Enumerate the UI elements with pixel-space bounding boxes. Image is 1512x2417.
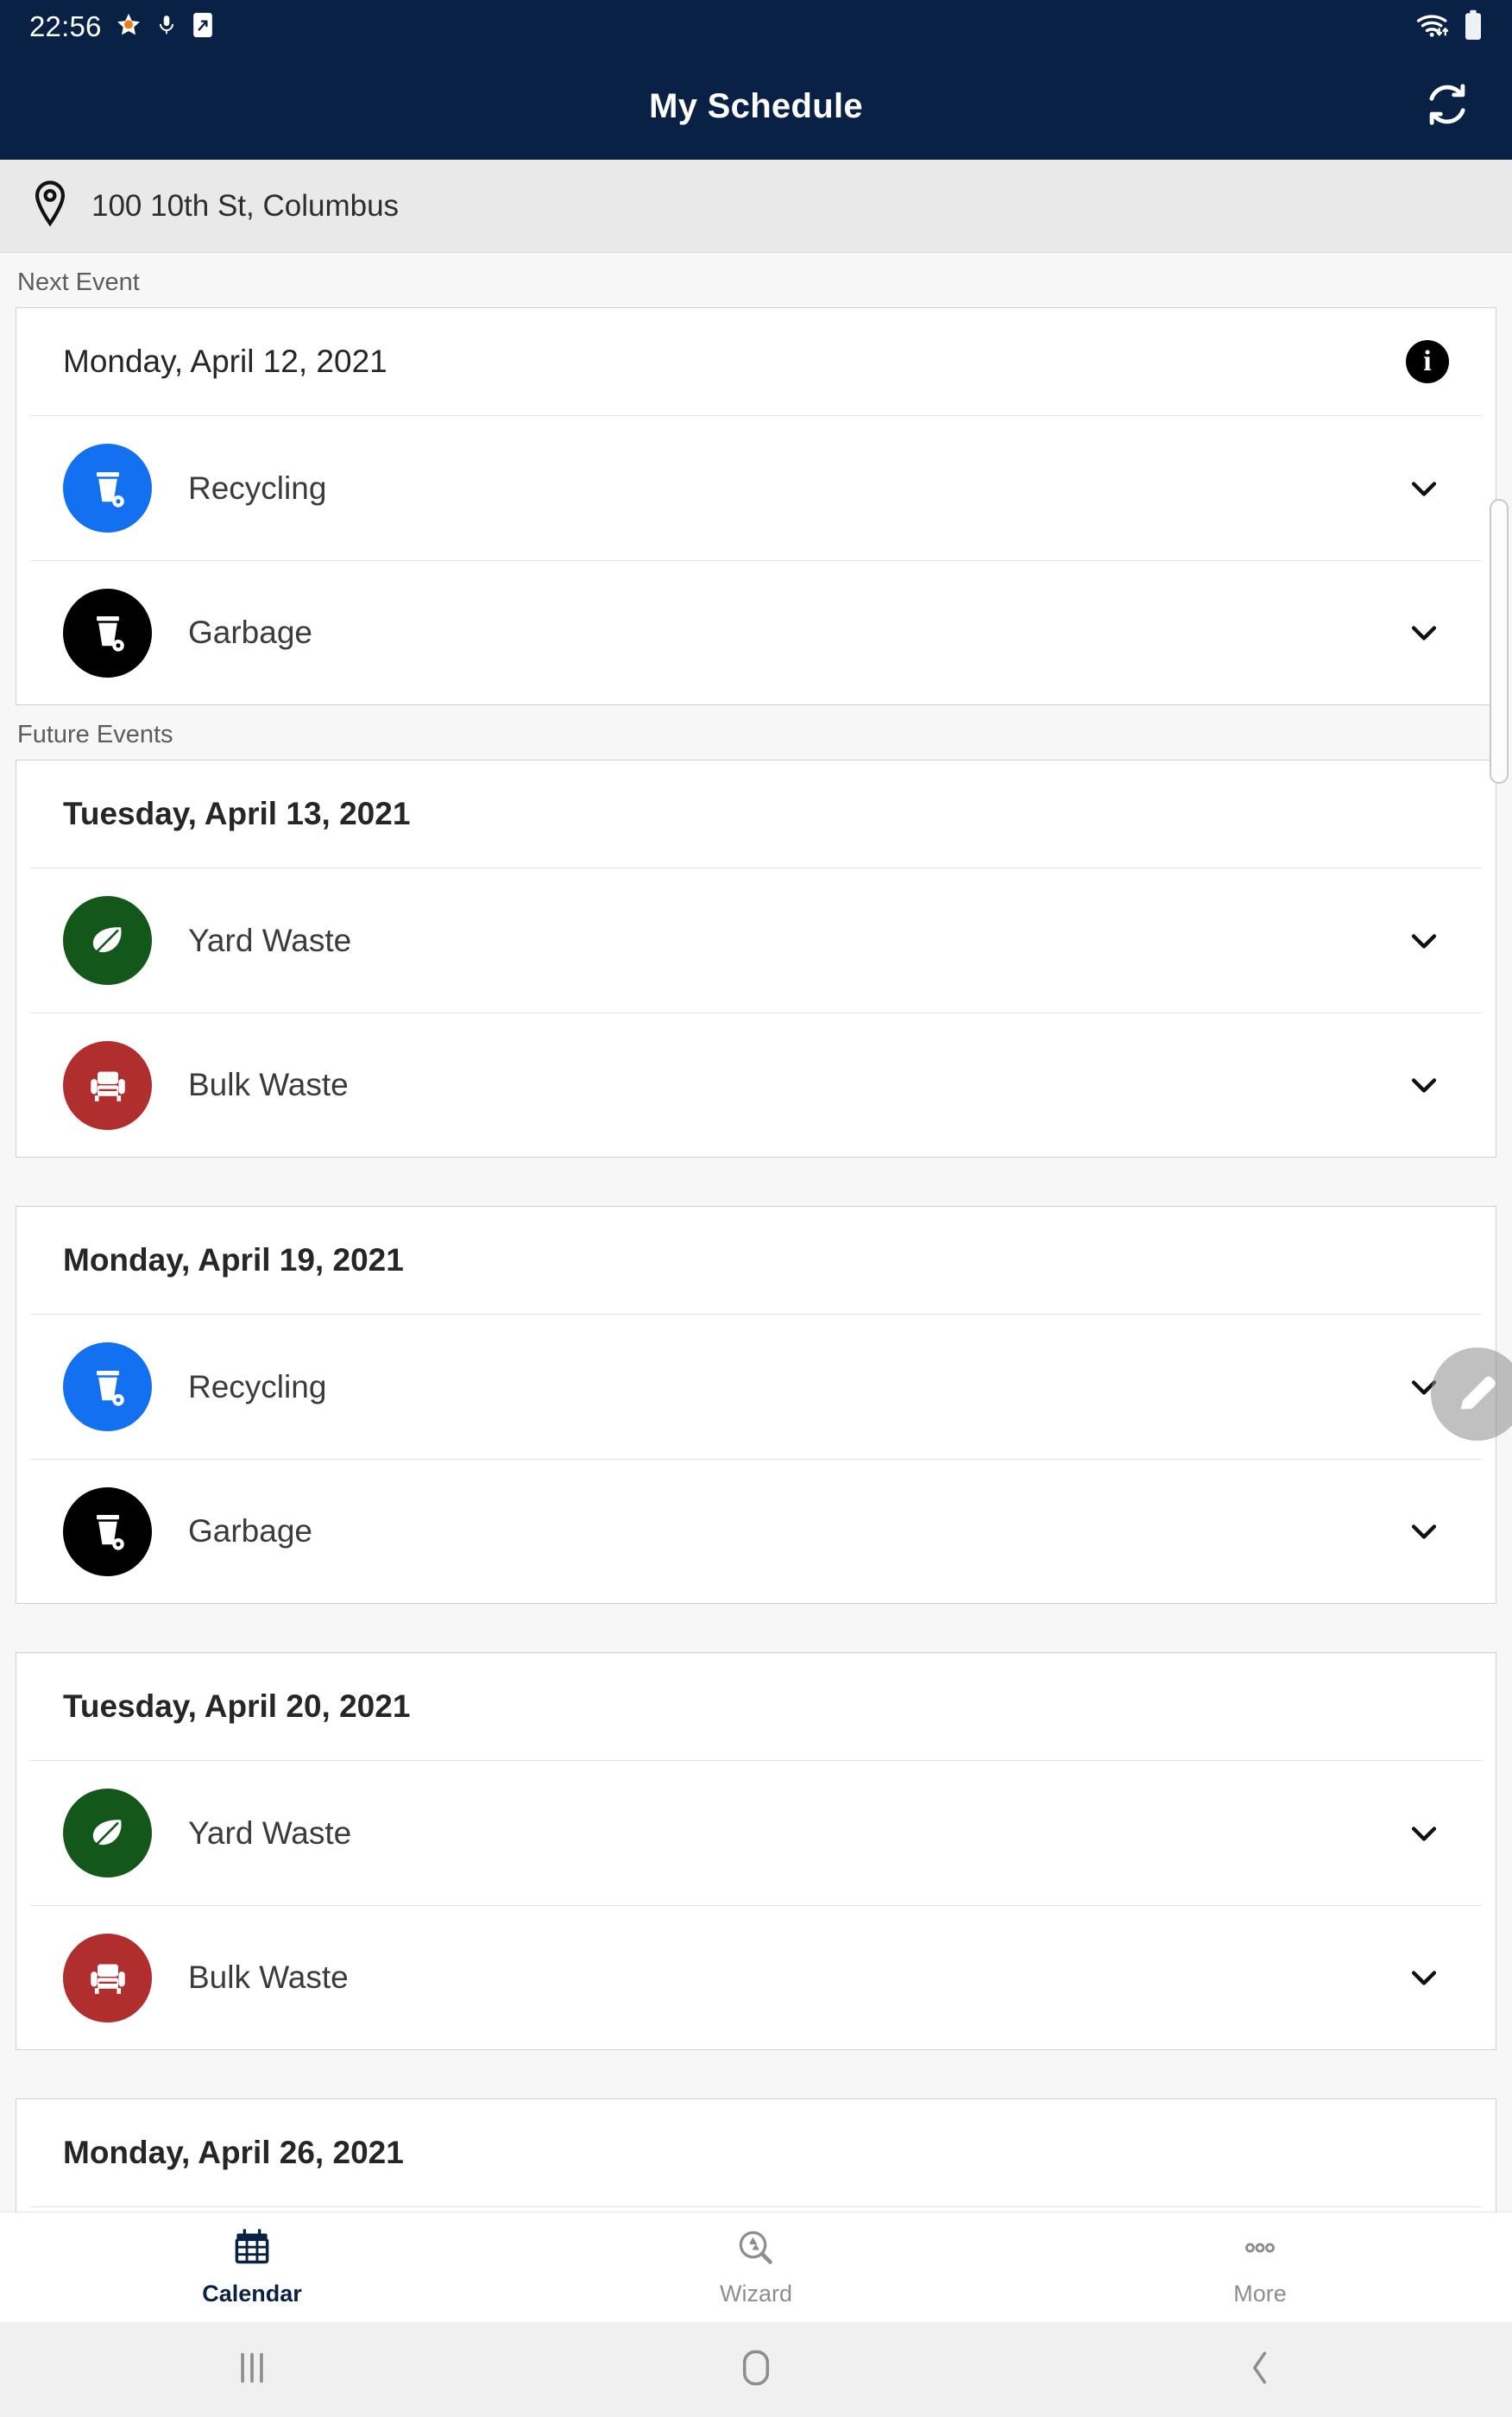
address-text: 100 10th St, Columbus	[91, 188, 400, 223]
event-label: Bulk Waste	[188, 1959, 349, 1995]
event-row[interactable]: Yard Waste	[30, 1761, 1482, 1905]
leaf-icon	[63, 1789, 152, 1877]
edit-pencil-icon	[1452, 1367, 1503, 1422]
bottom-navigation: Calendar Wizard More	[0, 2212, 1512, 2322]
recents-icon	[235, 2349, 269, 2391]
wheeled-bin-icon	[63, 1342, 152, 1431]
chevron-down-icon[interactable]	[1399, 916, 1449, 966]
card-date: Monday, April 12, 2021	[63, 344, 387, 379]
event-label: Recycling	[188, 470, 327, 506]
event-row[interactable]: Recycling	[30, 1315, 1482, 1459]
event-label: Yard Waste	[188, 1814, 352, 1851]
scrollbar-thumb[interactable]	[1490, 499, 1509, 784]
home-icon	[737, 2348, 775, 2392]
status-bar-clock: 22:56	[29, 10, 102, 42]
event-row[interactable]	[30, 2207, 1482, 2212]
refresh-icon	[1422, 79, 1472, 134]
back-icon	[1243, 2348, 1277, 2392]
app-screen: 22:56 My Schedule 100 10th St, Columbus …	[0, 0, 1512, 2417]
wifi-icon	[1415, 10, 1453, 44]
nav-item-wizard[interactable]: Wizard	[504, 2228, 1008, 2307]
star-icon	[116, 12, 142, 42]
back-button[interactable]	[1008, 2348, 1512, 2392]
page-title: My Schedule	[649, 87, 863, 125]
recents-button[interactable]	[0, 2349, 504, 2391]
address-bar[interactable]: 100 10th St, Columbus	[0, 160, 1512, 253]
microphone-icon	[155, 12, 178, 42]
section-label-future-events: Future Events	[17, 721, 173, 748]
chevron-down-icon[interactable]	[1399, 464, 1449, 514]
event-row[interactable]: Garbage	[30, 560, 1482, 704]
card-date: Monday, April 19, 2021	[63, 1242, 404, 1278]
event-card[interactable]: Tuesday, April 13, 2021 Yard Waste Bulk …	[16, 760, 1496, 1158]
event-label: Yard Waste	[188, 922, 352, 958]
event-card[interactable]: Monday, April 19, 2021 Recycling Garbage	[16, 1206, 1496, 1604]
event-card[interactable]: Monday, April 26, 2021	[16, 2098, 1496, 2212]
wheeled-bin-icon	[63, 1486, 152, 1576]
armchair-icon	[63, 1933, 152, 2023]
event-card[interactable]: Monday, April 12, 2021 i Recycling Garba…	[16, 307, 1496, 705]
chevron-down-icon[interactable]	[1399, 608, 1449, 658]
leaf-icon	[63, 896, 152, 985]
event-label: Recycling	[188, 1368, 327, 1404]
android-navigation-bar	[0, 2322, 1512, 2417]
card-header: Monday, April 26, 2021	[30, 2099, 1482, 2207]
location-pin-icon	[31, 180, 69, 231]
status-bar: 22:56	[0, 0, 1512, 54]
refresh-button[interactable]	[1417, 77, 1477, 137]
nav-label-wizard: Wizard	[719, 2280, 792, 2307]
schedule-list[interactable]: Next Event Monday, April 12, 2021 i Recy…	[0, 253, 1512, 2212]
card-header: Monday, April 19, 2021	[30, 1207, 1482, 1315]
app-bar: My Schedule	[0, 54, 1512, 160]
section-label-next-event: Next Event	[17, 268, 140, 296]
chevron-down-icon[interactable]	[1399, 1808, 1449, 1859]
wheeled-bin-icon	[63, 588, 152, 678]
event-label: Garbage	[188, 615, 312, 650]
card-date: Tuesday, April 20, 2021	[63, 1688, 411, 1724]
card-header: Tuesday, April 13, 2021	[30, 760, 1482, 868]
nav-label-more: More	[1233, 2280, 1287, 2307]
card-date: Tuesday, April 13, 2021	[63, 796, 411, 831]
calendar-icon	[232, 2228, 272, 2272]
more-dots-icon	[1240, 2228, 1280, 2272]
event-row[interactable]: Recycling	[30, 416, 1482, 560]
chevron-down-icon[interactable]	[1399, 1506, 1449, 1556]
recycle-search-icon	[736, 2228, 776, 2272]
status-bar-system-icons	[1415, 9, 1483, 45]
chevron-down-icon[interactable]	[1399, 1953, 1449, 2003]
event-label: Garbage	[188, 1513, 312, 1549]
nav-item-calendar[interactable]: Calendar	[0, 2228, 504, 2307]
armchair-icon	[63, 1040, 152, 1130]
event-row[interactable]: Bulk Waste	[30, 1905, 1482, 2049]
nav-label-calendar: Calendar	[202, 2280, 302, 2307]
info-icon[interactable]: i	[1406, 340, 1449, 383]
card-header: Tuesday, April 20, 2021	[30, 1653, 1482, 1761]
nav-item-more[interactable]: More	[1008, 2228, 1512, 2307]
event-row[interactable]: Garbage	[30, 1459, 1482, 1603]
event-label: Bulk Waste	[188, 1067, 349, 1102]
card-header: Monday, April 12, 2021 i	[30, 308, 1482, 416]
chevron-down-icon[interactable]	[1399, 1060, 1449, 1110]
event-row[interactable]: Yard Waste	[30, 868, 1482, 1013]
event-card[interactable]: Tuesday, April 20, 2021 Yard Waste Bulk …	[16, 1652, 1496, 2050]
home-button[interactable]	[504, 2348, 1008, 2392]
screenshot-icon	[192, 11, 214, 43]
event-row[interactable]: Bulk Waste	[30, 1013, 1482, 1157]
status-bar-notification-icons	[116, 11, 214, 43]
battery-icon	[1464, 9, 1483, 45]
wheeled-bin-icon	[63, 444, 152, 533]
card-date: Monday, April 26, 2021	[63, 2135, 404, 2170]
